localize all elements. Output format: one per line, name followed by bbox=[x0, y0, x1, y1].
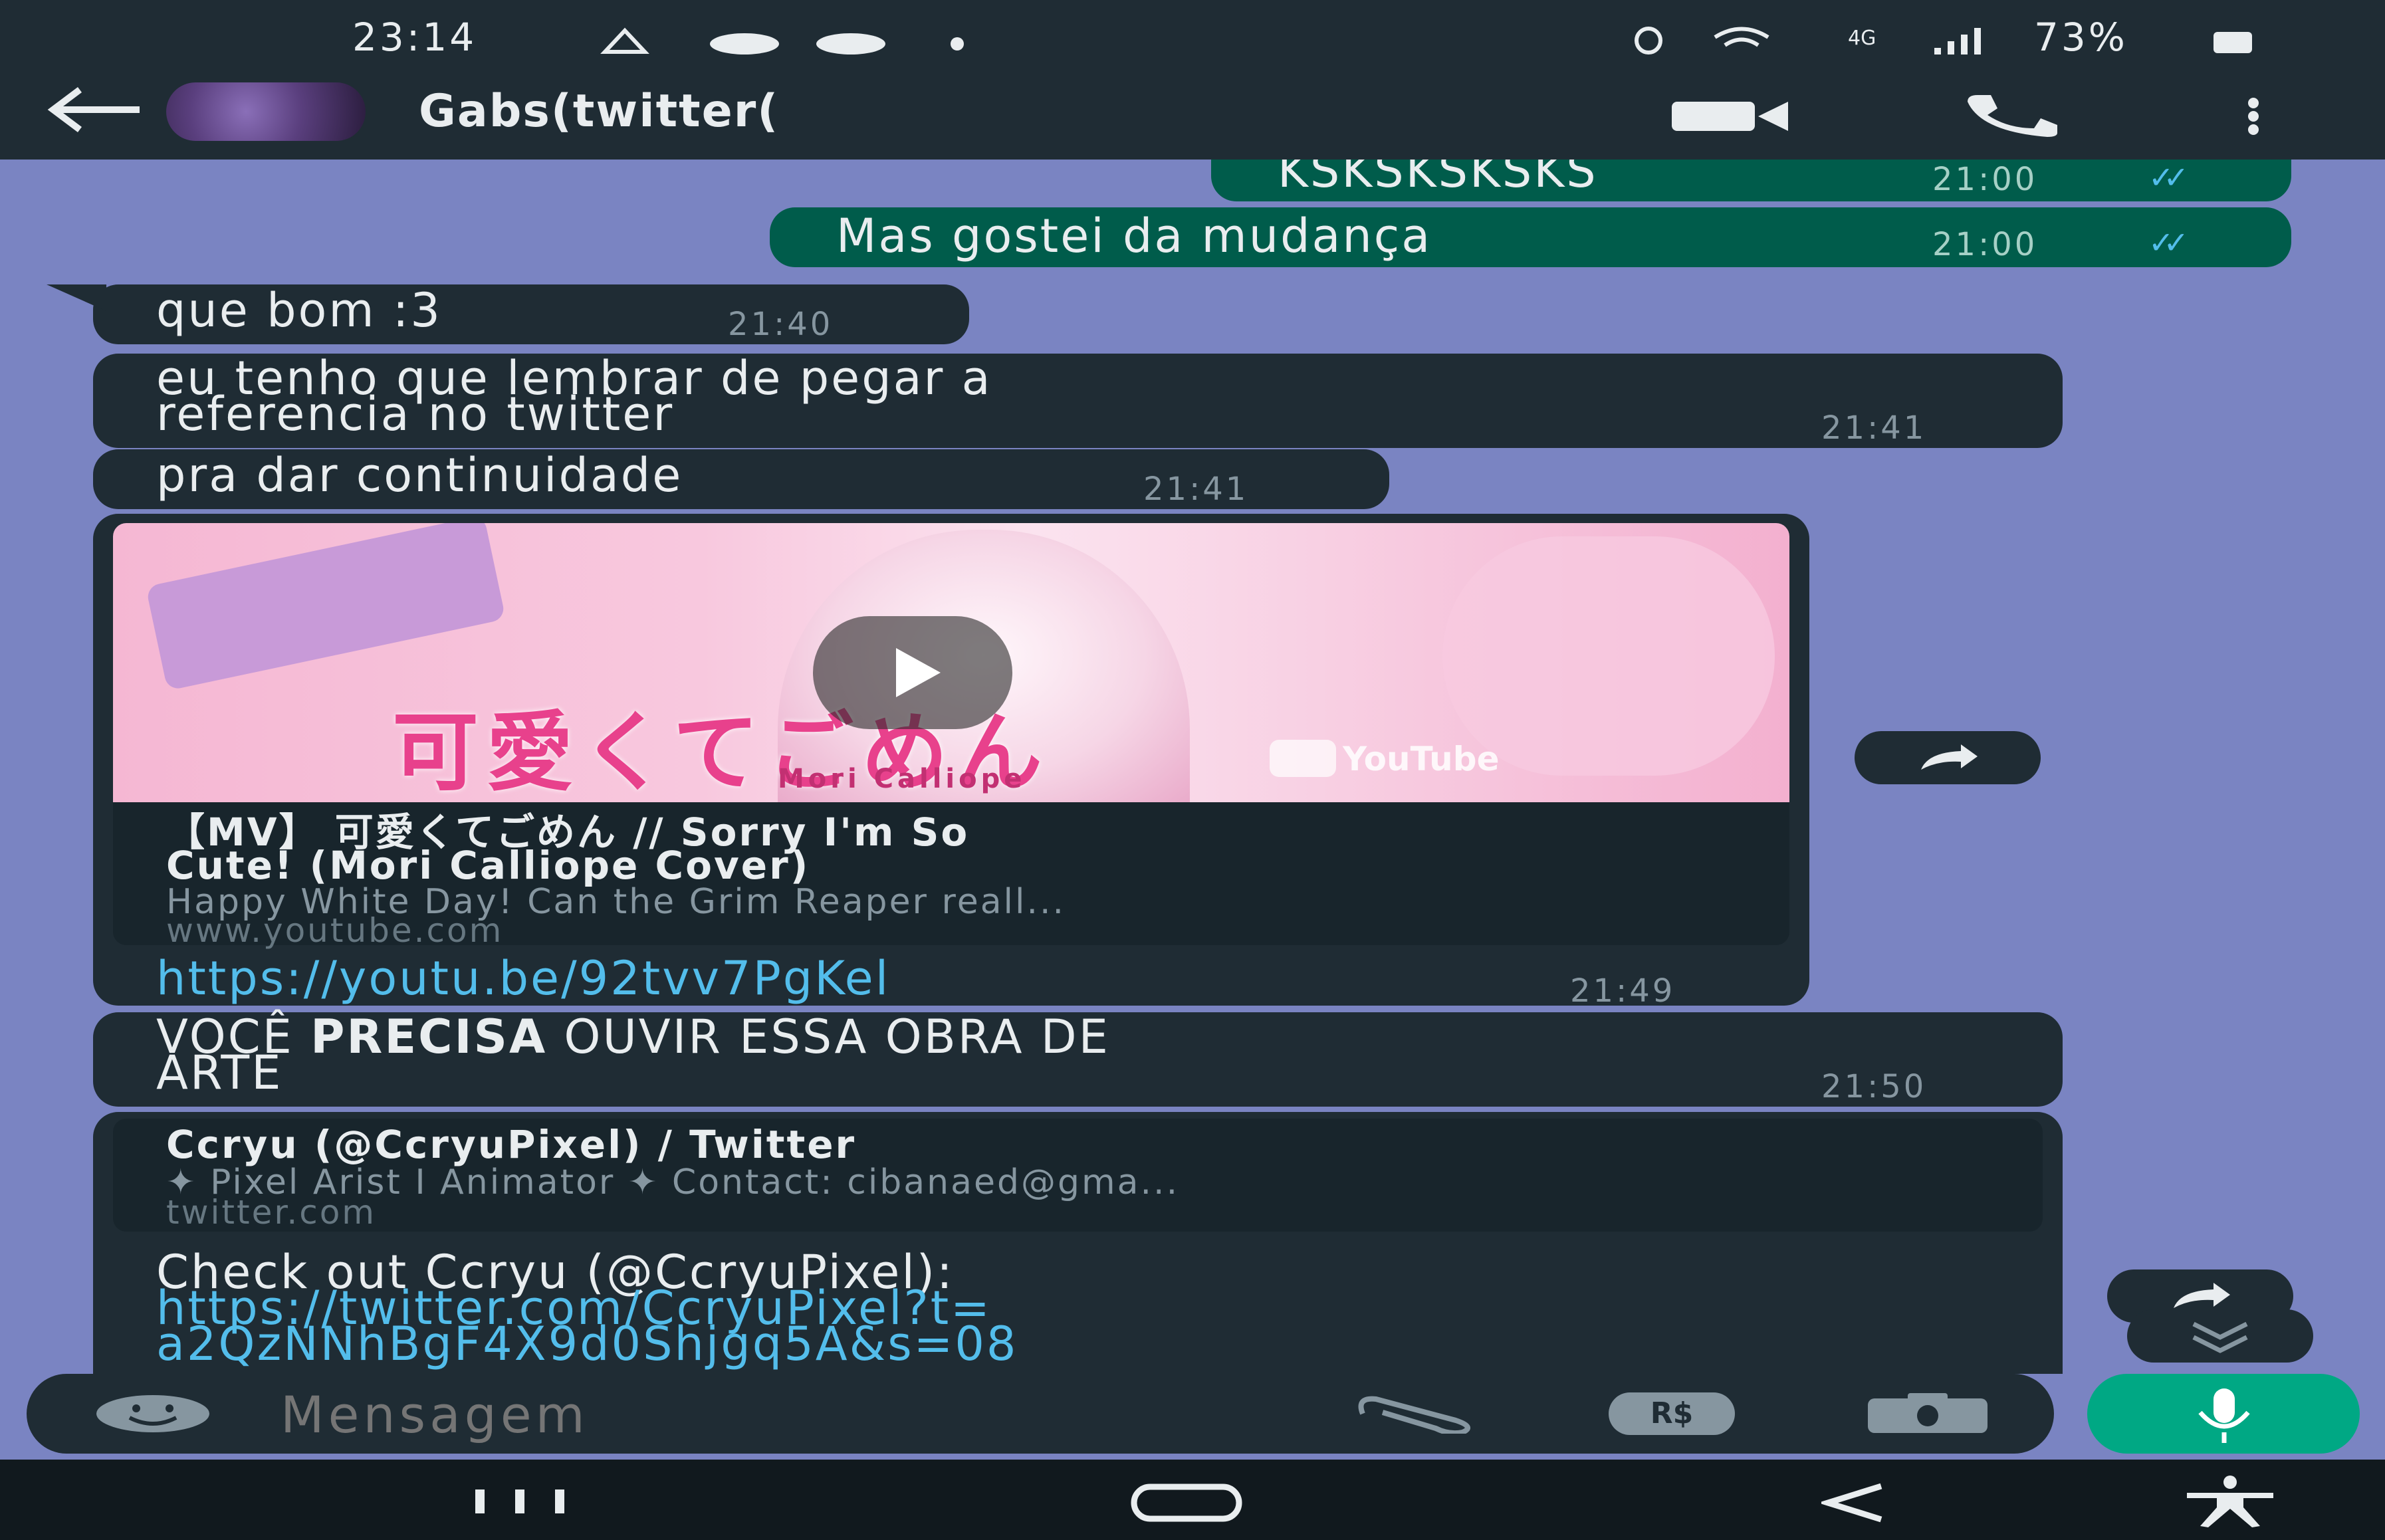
play-icon bbox=[896, 648, 941, 697]
message-bubble-link-twitter[interactable]: Ccryu (@CcryuPixel) / Twitter ✦ Pixel Ar… bbox=[93, 1112, 2063, 1374]
message-bubble-outgoing[interactable]: KSKSKSKSKS 21:00 ✓✓ bbox=[1211, 160, 2291, 201]
recent-apps-icon[interactable] bbox=[472, 1489, 572, 1516]
message-time: 21:49 bbox=[1570, 972, 1676, 1010]
chat-area[interactable]: KSKSKSKSKS 21:00 ✓✓ Mas gostei da mudanç… bbox=[0, 160, 2385, 1374]
battery-icon bbox=[2214, 32, 2252, 53]
phone-icon[interactable] bbox=[1961, 92, 2067, 138]
message-text: KSKSKSKSKS bbox=[1278, 160, 1598, 198]
message-time: 21:00 bbox=[1932, 226, 2038, 263]
message-time: 21:50 bbox=[1821, 1068, 1927, 1105]
preview-host: twitter.com bbox=[166, 1193, 377, 1232]
message-time: 21:41 bbox=[1821, 409, 1927, 447]
preview-title-line2: Cute! (Mori Calliope Cover) bbox=[166, 843, 810, 888]
more-vert-icon[interactable] bbox=[2240, 96, 2267, 136]
microphone-icon bbox=[2198, 1388, 2250, 1443]
message-text-part: OUVIR ESSA OBRA DE bbox=[547, 1010, 1110, 1064]
forward-button[interactable] bbox=[1855, 731, 2041, 784]
camera-icon[interactable] bbox=[1861, 1390, 1994, 1437]
link-preview[interactable]: 可愛くてごめん Mori Calliope YouTube 【MV】 可愛くてご… bbox=[113, 523, 1789, 950]
thumbnail-palette-shape bbox=[146, 523, 506, 691]
chevron-double-down-icon bbox=[2192, 1321, 2248, 1353]
status-time: 23:14 bbox=[352, 15, 477, 60]
battery-percent: 73% bbox=[2034, 15, 2128, 60]
message-link[interactable]: https://youtu.be/92tvv7PgKel bbox=[156, 955, 890, 1002]
message-bubble-incoming[interactable]: VOCÊ PRECISA OUVIR ESSA OBRA DE ARTE 21:… bbox=[93, 1012, 2063, 1107]
message-text-line2: referencia no twitter bbox=[156, 387, 675, 441]
message-text-line2: ARTE bbox=[156, 1045, 283, 1100]
link-preview[interactable]: Ccryu (@CcryuPixel) / Twitter ✦ Pixel Ar… bbox=[113, 1119, 2043, 1232]
message-text: pra dar continuidade bbox=[156, 448, 683, 502]
accessibility-icon[interactable] bbox=[2180, 1474, 2280, 1527]
youtube-badge: YouTube bbox=[1343, 740, 1500, 778]
system-navigation-bar bbox=[0, 1460, 2385, 1540]
message-bubble-incoming[interactable]: que bom :3 21:40 bbox=[93, 284, 969, 344]
message-bubble-outgoing[interactable]: Mas gostei da mudança 21:00 ✓✓ bbox=[770, 207, 2291, 267]
contact-name[interactable]: Gabs(twitter( bbox=[419, 85, 779, 138]
attach-icon[interactable] bbox=[1349, 1394, 1482, 1434]
voice-record-button[interactable] bbox=[2087, 1374, 2360, 1454]
network-type: 4G bbox=[1848, 27, 1876, 50]
read-ticks-icon: ✓✓ bbox=[2148, 160, 2189, 195]
message-time: 21:40 bbox=[728, 306, 834, 343]
video-thumbnail[interactable]: 可愛くてごめん Mori Calliope YouTube bbox=[113, 523, 1789, 802]
read-ticks-icon: ✓✓ bbox=[2148, 225, 2189, 261]
preview-title: Ccryu (@CcryuPixel) / Twitter bbox=[166, 1122, 857, 1167]
message-bubble-incoming[interactable]: pra dar continuidade 21:41 bbox=[93, 449, 1389, 509]
message-input[interactable] bbox=[279, 1386, 1279, 1443]
thumbnail-credit: Mori Calliope bbox=[778, 764, 1026, 794]
message-link-line2[interactable]: a2QzNNhBgF4X9d0Shjgq5A&s=08 bbox=[156, 1321, 1018, 1367]
contact-avatar[interactable] bbox=[166, 82, 366, 141]
preview-host: www.youtube.com bbox=[166, 911, 504, 950]
message-text-bold: PRECISA bbox=[310, 1010, 548, 1064]
notification-icons bbox=[600, 27, 964, 55]
back-arrow-icon[interactable] bbox=[47, 86, 146, 133]
message-time: 21:00 bbox=[1932, 161, 2038, 198]
status-icons bbox=[1635, 27, 1769, 55]
signal-icon bbox=[1934, 28, 1981, 55]
message-bubble-incoming[interactable]: eu tenho que lembrar de pegar a referenc… bbox=[93, 354, 2063, 448]
message-bubble-link-youtube[interactable]: 可愛くてごめん Mori Calliope YouTube 【MV】 可愛くてご… bbox=[93, 514, 1809, 1010]
video-call-icon[interactable] bbox=[1668, 96, 1795, 136]
message-time: 21:41 bbox=[1143, 471, 1249, 508]
scroll-to-bottom-button[interactable] bbox=[2127, 1309, 2313, 1363]
bubble-tail bbox=[47, 284, 106, 311]
emoji-icon[interactable] bbox=[93, 1394, 213, 1434]
message-text-line1: VOCÊ PRECISA OUVIR ESSA OBRA DE bbox=[156, 1014, 1110, 1060]
play-button[interactable] bbox=[813, 616, 1012, 729]
message-text: que bom :3 bbox=[156, 283, 442, 338]
forward-icon bbox=[1921, 744, 1978, 770]
back-nav-icon[interactable] bbox=[1821, 1480, 1888, 1526]
youtube-logo-icon bbox=[1270, 740, 1336, 777]
message-text: Mas gostei da mudança bbox=[836, 209, 1432, 263]
home-icon[interactable] bbox=[1130, 1483, 1243, 1523]
app-header: 23:14 4G 73% Gabs(twitter( bbox=[0, 0, 2385, 160]
payment-button[interactable]: R$ bbox=[1609, 1392, 1735, 1435]
message-composer: R$ bbox=[27, 1374, 2054, 1454]
